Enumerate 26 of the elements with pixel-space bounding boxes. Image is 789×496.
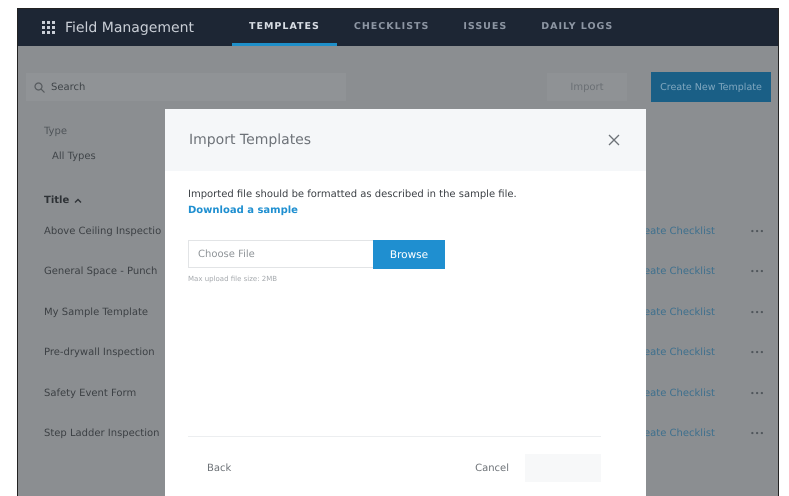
nav-tab[interactable]: CHECKLISTS	[336, 9, 446, 46]
close-button[interactable]	[606, 132, 622, 148]
nav-tab[interactable]: TEMPLATES	[232, 9, 337, 46]
more-menu[interactable]: •••	[750, 388, 764, 398]
app-title: Field Management	[65, 20, 194, 36]
download-sample-link[interactable]: Download a sample	[188, 205, 623, 216]
close-icon	[608, 134, 620, 146]
nav-tab[interactable]: ISSUES	[446, 9, 524, 46]
more-menu[interactable]: •••	[750, 308, 764, 317]
back-button[interactable]: Back	[188, 462, 232, 474]
create-template-button[interactable]: Create New Template	[651, 72, 771, 102]
apps-grid-icon[interactable]	[42, 21, 55, 34]
filter-label: Type	[44, 126, 68, 137]
instruction-text: Imported file should be formatted as described in the sample file.	[188, 189, 518, 200]
more-menu[interactable]: •••	[750, 226, 764, 236]
more-menu[interactable]: •••	[750, 429, 764, 438]
dialog-title: Import Templates	[189, 132, 312, 148]
column-header[interactable]: Title	[44, 195, 70, 206]
search-field[interactable]: Search	[26, 73, 346, 101]
more-menu[interactable]: •••	[750, 267, 764, 276]
nav-tab[interactable]: DAILY LOGS	[524, 9, 630, 46]
search-icon	[34, 82, 45, 93]
cancel-button[interactable]: Cancel	[469, 462, 515, 474]
browse-button[interactable]: Browse	[373, 240, 445, 269]
more-menu[interactable]: •••	[750, 348, 764, 358]
file-field[interactable]: Choose File	[188, 240, 373, 268]
